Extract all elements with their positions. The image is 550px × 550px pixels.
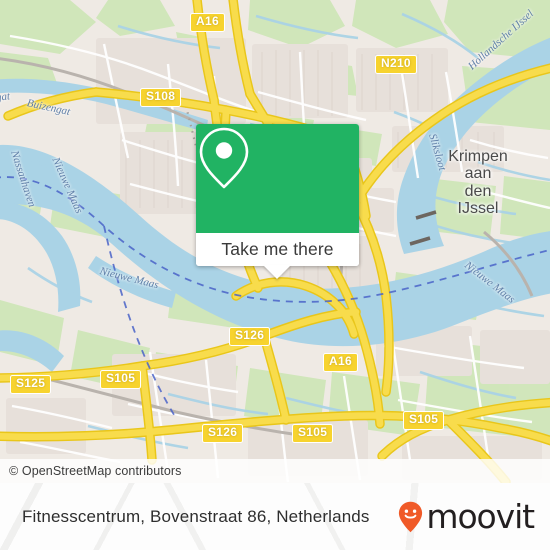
road-shield-a16: A16	[323, 353, 358, 372]
moovit-wordmark: moovit	[426, 497, 535, 536]
moovit-logo[interactable]: moovit	[398, 500, 550, 533]
road-shield-a16: A16	[190, 13, 225, 32]
take-me-there-button[interactable]: Take me there	[196, 233, 359, 266]
callout-tail	[263, 265, 291, 279]
map-place-label-line: IJssel	[457, 199, 499, 217]
map-canvas[interactable]: gat Buizengat Nassauhaven Nieuwe Maas Nieuwe…	[0, 0, 550, 483]
road-shield-n210: N210	[375, 55, 417, 74]
road-shield-s105: S105	[292, 424, 334, 443]
location-callout-card[interactable]: Take me there	[196, 124, 359, 266]
map-place-label: Krimpen aan den IJssel	[428, 148, 528, 217]
map-place-label-line: den	[464, 182, 492, 200]
osm-attribution-text: © OpenStreetMap contributors	[9, 464, 182, 478]
location-title: Fitnesscentrum, Bovenstraat 86, Netherla…	[22, 506, 370, 526]
map-attribution-bar: © OpenStreetMap contributors	[0, 459, 550, 483]
road-shield-s108: S108	[140, 88, 182, 107]
map-place-label-line: aan	[464, 165, 492, 183]
road-shield-s125: S125	[10, 375, 52, 394]
road-shield-s126: S126	[229, 327, 271, 346]
road-shield-s105: S105	[403, 411, 445, 430]
road-shield-s126: S126	[202, 424, 244, 443]
moovit-smiley-pin-icon	[398, 501, 423, 533]
moovit-map-screenshot: gat Buizengat Nassauhaven Nieuwe Maas Nieuwe…	[0, 0, 550, 550]
map-water-label: gat	[0, 90, 11, 104]
callout-pin-area	[196, 124, 359, 233]
take-me-there-label: Take me there	[221, 239, 334, 259]
footer-bar: Fitnesscentrum, Bovenstraat 86, Netherla…	[0, 483, 550, 550]
location-pin-icon	[199, 127, 249, 189]
road-shield-s105: S105	[100, 370, 142, 389]
map-place-label-line: Krimpen	[448, 148, 508, 165]
